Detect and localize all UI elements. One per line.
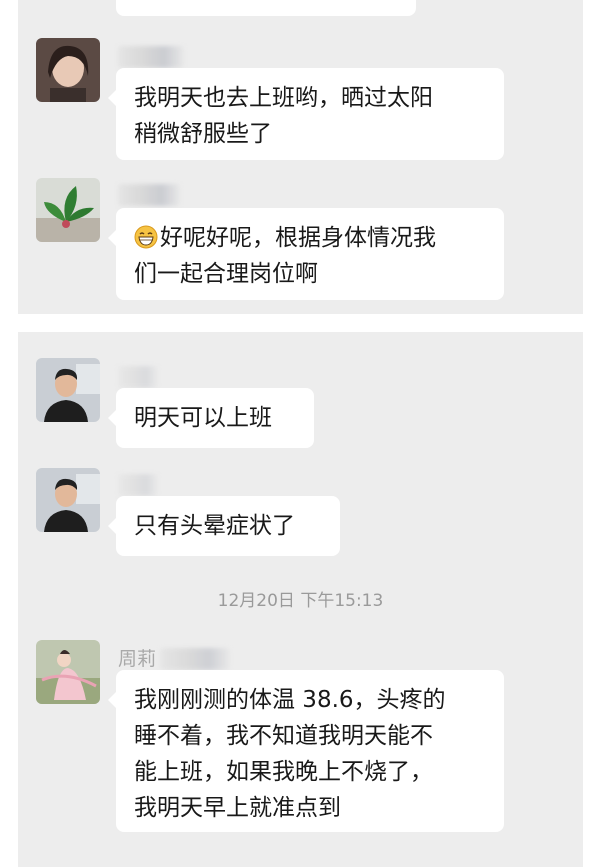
message-text: 我明天早上就准点到 bbox=[134, 795, 341, 821]
sender-name-blurred bbox=[118, 46, 184, 68]
grinning-face-icon bbox=[134, 225, 158, 249]
avatar[interactable] bbox=[36, 38, 100, 102]
message-text: 好呢好呢，根据身体情况我 bbox=[160, 225, 436, 251]
avatar[interactable] bbox=[36, 468, 100, 532]
avatar-illustration-icon bbox=[36, 640, 100, 704]
message-text: 们一起合理岗位啊 bbox=[134, 261, 318, 287]
message-text: 我明天也去上班哟，晒过太阳 bbox=[134, 85, 433, 111]
message-text: 明天可以上班 bbox=[134, 405, 272, 431]
message-bubble[interactable]: 好呢好呢，根据身体情况我 们一起合理岗位啊 bbox=[108, 208, 504, 300]
sender-name-blurred bbox=[118, 474, 158, 496]
message-text: 稍微舒服些了 bbox=[134, 121, 272, 147]
avatar-leaf-icon bbox=[36, 178, 100, 242]
sender-name-blurred bbox=[118, 184, 180, 206]
message-bubble[interactable]: 只有头晕症状了 bbox=[108, 496, 340, 556]
message-text: 我刚刚测的体温 38.6，头疼的 bbox=[134, 687, 446, 713]
avatar[interactable] bbox=[36, 178, 100, 242]
avatar-woman-icon bbox=[36, 38, 100, 102]
message-bubble[interactable]: 明天可以上班 bbox=[108, 388, 314, 448]
message-bubble[interactable]: 我明天也去上班哟，晒过太阳 稍微舒服些了 bbox=[108, 68, 504, 160]
sender-name: 周莉 bbox=[118, 648, 157, 670]
sender-name-blurred bbox=[118, 366, 158, 388]
message-bubble[interactable]: 我刚刚测的体温 38.6，头疼的 睡不着，我不知道我明天能不 能上班，如果我晚上… bbox=[108, 670, 504, 832]
message-text: 睡不着，我不知道我明天能不 bbox=[134, 723, 433, 749]
avatar-man-icon bbox=[36, 358, 100, 422]
avatar-man-icon bbox=[36, 468, 100, 532]
avatar[interactable] bbox=[36, 358, 100, 422]
message-timestamp: 12月20日 下午15:13 bbox=[217, 591, 384, 611]
message-text: 能上班，如果我晚上不烧了， bbox=[134, 759, 433, 785]
message-text: 只有头晕症状了 bbox=[134, 513, 295, 539]
sender-name-blurred bbox=[160, 648, 230, 670]
avatar[interactable] bbox=[36, 640, 100, 704]
previous-message-bubble[interactable] bbox=[116, 0, 416, 16]
